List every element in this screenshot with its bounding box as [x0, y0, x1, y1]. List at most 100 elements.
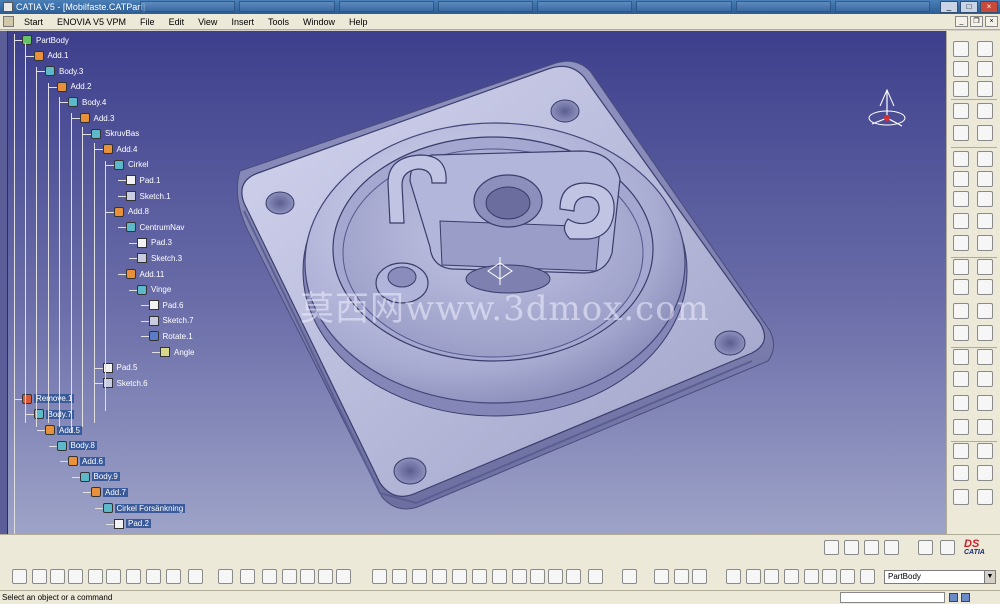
command-input[interactable] — [840, 592, 945, 603]
wireframe-icon[interactable] — [622, 569, 637, 584]
pan-icon[interactable] — [412, 569, 427, 584]
rotate-icon[interactable] — [432, 569, 447, 584]
material-icon[interactable] — [654, 569, 669, 584]
apply-material-icon[interactable] — [824, 540, 839, 555]
table-icon[interactable] — [282, 569, 297, 584]
shaft-icon-alt[interactable] — [977, 171, 993, 187]
menu-insert[interactable]: Insert — [224, 17, 261, 27]
redo-icon[interactable] — [166, 569, 181, 584]
hide-icon[interactable] — [566, 569, 581, 584]
sketch-icon-alt[interactable] — [977, 103, 993, 119]
filter-icon[interactable] — [822, 569, 837, 584]
thread-icon[interactable] — [953, 443, 969, 459]
tree-node[interactable]: Angle — [160, 346, 196, 358]
thickness-icon[interactable] — [953, 419, 969, 435]
sketch-analysis-icon[interactable] — [940, 540, 955, 555]
pocket-icon[interactable] — [953, 151, 969, 167]
layer-icon[interactable] — [840, 569, 855, 584]
menu-tools[interactable]: Tools — [261, 17, 296, 27]
fillet-icon[interactable] — [953, 325, 969, 341]
analysis-icon[interactable] — [918, 540, 933, 555]
tree-node[interactable]: Body.3 — [45, 65, 85, 77]
compass-icon[interactable] — [862, 86, 912, 136]
render-icon[interactable] — [692, 569, 707, 584]
draft-icon-alt[interactable] — [977, 371, 993, 387]
tree-node[interactable]: Pad.2 — [114, 518, 151, 530]
tree-node[interactable]: Body.9 — [79, 471, 120, 483]
hole-icon-alt[interactable] — [977, 213, 993, 229]
chamfer-icon[interactable] — [953, 349, 969, 365]
specification-tree[interactable]: PartBody Add.1 Body.3 Add.2 Body.4 Add.3 Skruv… — [0, 31, 240, 534]
formula-icon[interactable] — [218, 569, 233, 584]
fit-all-icon[interactable] — [392, 569, 407, 584]
publish-icon[interactable] — [884, 540, 899, 555]
tree-node[interactable]: Vinge — [137, 284, 173, 296]
rib-icon-alt[interactable] — [977, 235, 993, 251]
print-icon[interactable] — [68, 569, 83, 584]
tree-node[interactable]: Pad.1 — [125, 174, 163, 186]
line-icon[interactable] — [953, 61, 969, 77]
parameters-icon[interactable] — [864, 540, 879, 555]
chevron-down-icon[interactable]: ▼ — [984, 571, 995, 583]
groove-icon[interactable] — [953, 191, 969, 207]
shell-icon[interactable] — [953, 395, 969, 411]
tree-node[interactable]: Pad.6 — [148, 299, 186, 311]
tree-node[interactable]: Add.8 — [114, 206, 151, 218]
knowledge-icon[interactable] — [844, 540, 859, 555]
tag-icon[interactable] — [804, 569, 819, 584]
iso-view-icon[interactable] — [530, 569, 545, 584]
mirror-icon[interactable] — [953, 489, 969, 505]
zoom-in-icon[interactable] — [452, 569, 467, 584]
cut-icon[interactable] — [88, 569, 103, 584]
power-input-icon[interactable] — [961, 593, 970, 602]
tree-node[interactable]: Pad.3 — [137, 237, 174, 249]
rib-icon[interactable] — [953, 235, 969, 251]
doc-close-button[interactable]: × — [985, 16, 998, 27]
pad-icon-alt[interactable] — [977, 125, 993, 141]
menu-start[interactable]: Start — [17, 17, 50, 27]
chamfer-icon-alt[interactable] — [977, 349, 993, 365]
swap-space-icon[interactable] — [588, 569, 603, 584]
catalog-icon[interactable] — [240, 569, 255, 584]
minimize-button[interactable]: _ — [940, 1, 958, 13]
draft-icon[interactable] — [953, 371, 969, 387]
fillet-icon-alt[interactable] — [977, 325, 993, 341]
tree-node[interactable]: CentrumNav — [125, 221, 187, 233]
tree-node[interactable]: Sketch.1 — [125, 190, 173, 202]
update-icon[interactable] — [262, 569, 277, 584]
tree-node[interactable]: Sketch.6 — [102, 377, 150, 389]
loft-icon[interactable] — [953, 303, 969, 319]
shell-icon-alt[interactable] — [977, 395, 993, 411]
stiffener-icon-alt[interactable] — [977, 279, 993, 295]
swap-icon[interactable] — [336, 569, 351, 584]
lock-icon[interactable] — [318, 569, 333, 584]
tree-node[interactable]: Add.3 — [79, 112, 117, 124]
normal-view-icon[interactable] — [492, 569, 507, 584]
shading-icon[interactable] — [548, 569, 563, 584]
tree-scrollbar[interactable] — [0, 31, 8, 534]
tree-node[interactable]: Add.5 — [45, 424, 82, 436]
menu-file[interactable]: File — [133, 17, 162, 27]
new-icon[interactable] — [12, 569, 27, 584]
pad-icon[interactable] — [953, 125, 969, 141]
tree-node[interactable]: Add.7 — [91, 486, 128, 498]
whats-this-icon[interactable] — [188, 569, 203, 584]
tree-node[interactable]: Rotate.1 — [148, 330, 195, 342]
light-icon[interactable] — [674, 569, 689, 584]
tree-node[interactable]: Sketch.7 — [148, 315, 196, 327]
tree-node[interactable]: Body.8 — [56, 440, 97, 452]
plane-icon-alt[interactable] — [977, 81, 993, 97]
document-menu-icon[interactable] — [3, 16, 14, 27]
tree-node[interactable]: Sketch.3 — [137, 252, 184, 264]
pocket-icon-alt[interactable] — [977, 151, 993, 167]
tree-node[interactable]: Cirkel — [114, 159, 150, 171]
time-icon[interactable] — [746, 569, 761, 584]
undo-icon[interactable] — [146, 569, 161, 584]
point-icon-alt[interactable] — [977, 41, 993, 57]
shaft-icon[interactable] — [953, 171, 969, 187]
slot-icon-alt[interactable] — [977, 259, 993, 275]
copy-icon[interactable] — [106, 569, 121, 584]
menu-enovia[interactable]: ENOVIA V5 VPM — [50, 17, 133, 27]
doc-minimize-button[interactable]: _ — [955, 16, 968, 27]
menu-help[interactable]: Help — [342, 17, 375, 27]
